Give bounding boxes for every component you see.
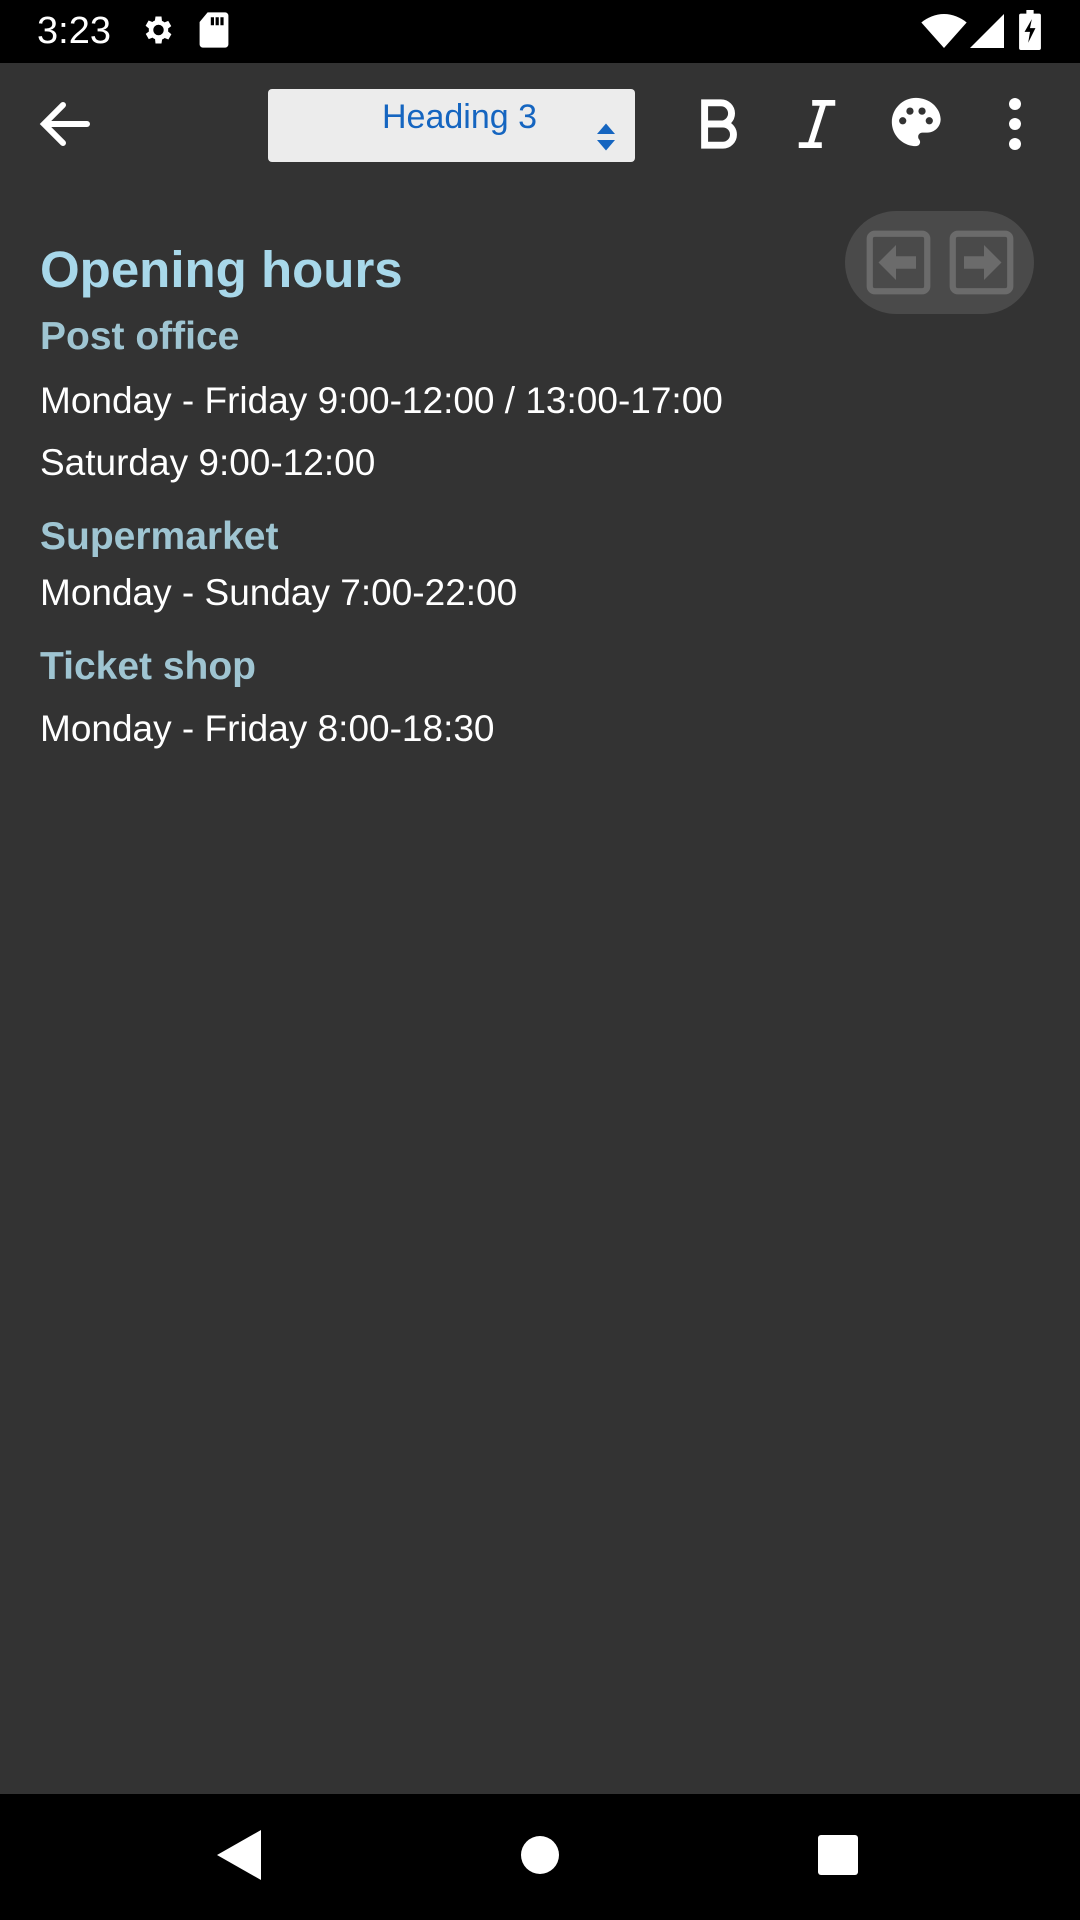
section-line: Monday - Friday 8:00-18:30 <box>40 708 495 749</box>
paragraph-style-value: Heading 3 <box>381 98 537 136</box>
editor-toolbar: Heading 3 <box>0 63 1080 188</box>
nav-home-button[interactable] <box>507 1824 573 1890</box>
gear-icon <box>139 10 175 55</box>
back-button[interactable] <box>30 91 100 161</box>
section-heading-ticket-shop: Ticket shop <box>40 645 257 688</box>
status-time: 3:23 <box>37 10 111 52</box>
document-body[interactable]: Opening hours Post office Monday - Frida… <box>40 230 1040 760</box>
bold-button[interactable] <box>688 91 752 161</box>
app-screen: 3:23 Heading 3 Opening hours Post office… <box>0 0 1080 1920</box>
system-navigation-bar <box>0 1794 1080 1920</box>
more-vert-icon <box>1008 97 1022 155</box>
signal-icon <box>970 13 1004 54</box>
section-line: Monday - Sunday 7:00-22:00 <box>40 572 518 613</box>
recents-square-icon <box>818 1834 858 1880</box>
back-triangle-icon <box>217 1829 261 1885</box>
palette-icon <box>887 93 945 156</box>
arrow-left-icon <box>39 101 91 152</box>
section-heading-post-office: Post office <box>40 315 240 358</box>
nav-recents-button[interactable] <box>805 1824 871 1890</box>
paragraph-style-select[interactable]: Heading 3 <box>268 89 635 162</box>
italic-icon <box>796 99 838 154</box>
sd-card-icon <box>198 10 230 55</box>
nav-back-button[interactable] <box>206 1824 272 1890</box>
section-line: Saturday 9:00-12:00 <box>40 442 376 483</box>
battery-charging-icon <box>1019 10 1041 55</box>
text-color-button[interactable] <box>884 89 948 159</box>
bold-icon <box>698 98 742 154</box>
select-arrows-icon <box>597 123 615 156</box>
document-title: Opening hours <box>40 241 403 298</box>
more-options-button[interactable] <box>990 91 1040 161</box>
section-heading-supermarket: Supermarket <box>40 515 279 558</box>
status-bar: 3:23 <box>0 0 1080 63</box>
section-line: Monday - Friday 9:00-12:00 / 13:00-17:00 <box>40 380 723 421</box>
wifi-icon <box>921 14 967 53</box>
home-circle-icon <box>520 1835 560 1880</box>
italic-button[interactable] <box>785 91 849 161</box>
